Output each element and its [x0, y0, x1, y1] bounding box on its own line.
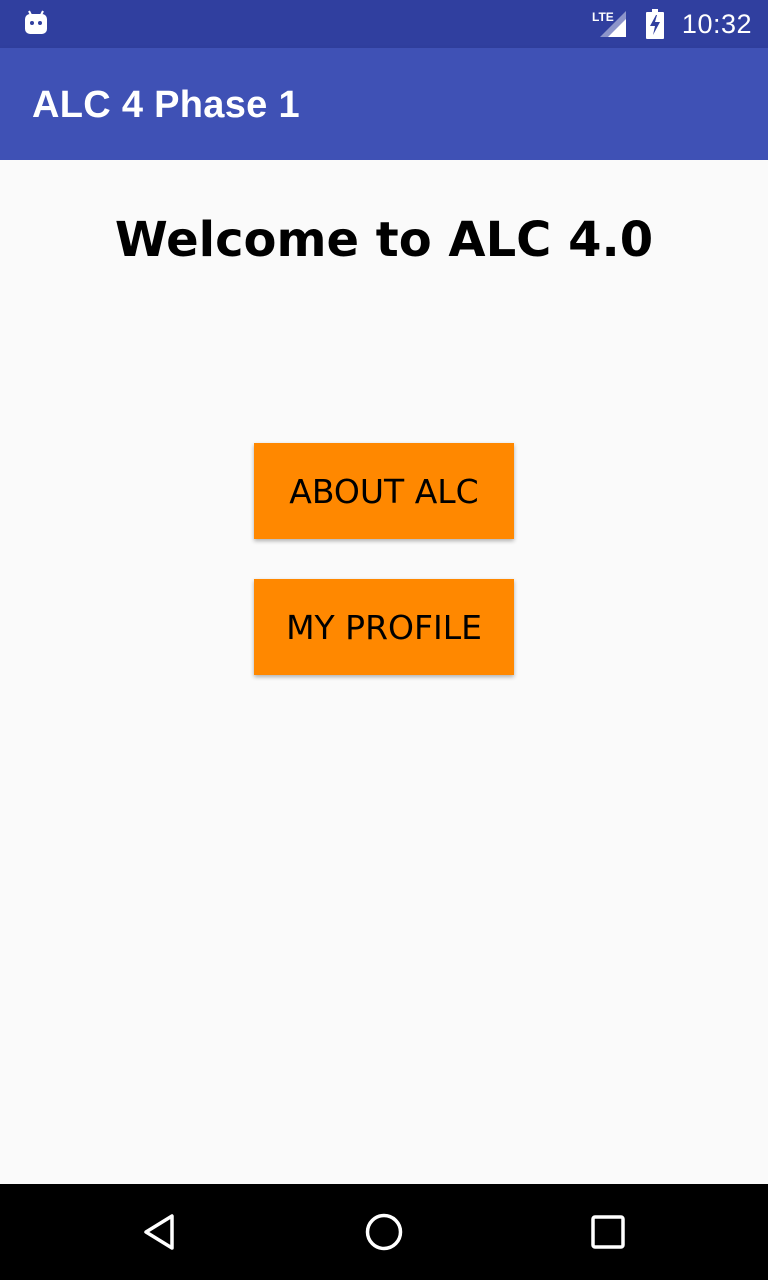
back-icon[interactable]	[136, 1208, 184, 1256]
about-alc-button[interactable]: ABOUT ALC	[254, 443, 514, 539]
battery-charging-icon	[645, 9, 664, 39]
main-content: Welcome to ALC 4.0 ABOUT ALC MY PROFILE	[0, 160, 768, 1184]
status-time: 10:32	[681, 8, 752, 39]
navigation-bar	[0, 1184, 768, 1280]
my-profile-button[interactable]: MY PROFILE	[254, 579, 514, 675]
status-bar: LTE 10:32	[0, 0, 768, 48]
lte-signal-icon: LTE	[592, 9, 628, 39]
status-icons: LTE 10:32	[592, 0, 752, 48]
app-title: ALC 4 Phase 1	[32, 84, 300, 126]
android-notification-icon	[24, 10, 48, 36]
recents-icon[interactable]	[584, 1208, 632, 1256]
home-icon[interactable]	[360, 1208, 408, 1256]
welcome-heading: Welcome to ALC 4.0	[114, 212, 654, 268]
app-bar: ALC 4 Phase 1	[0, 48, 768, 160]
network-type-label: LTE	[592, 10, 614, 24]
